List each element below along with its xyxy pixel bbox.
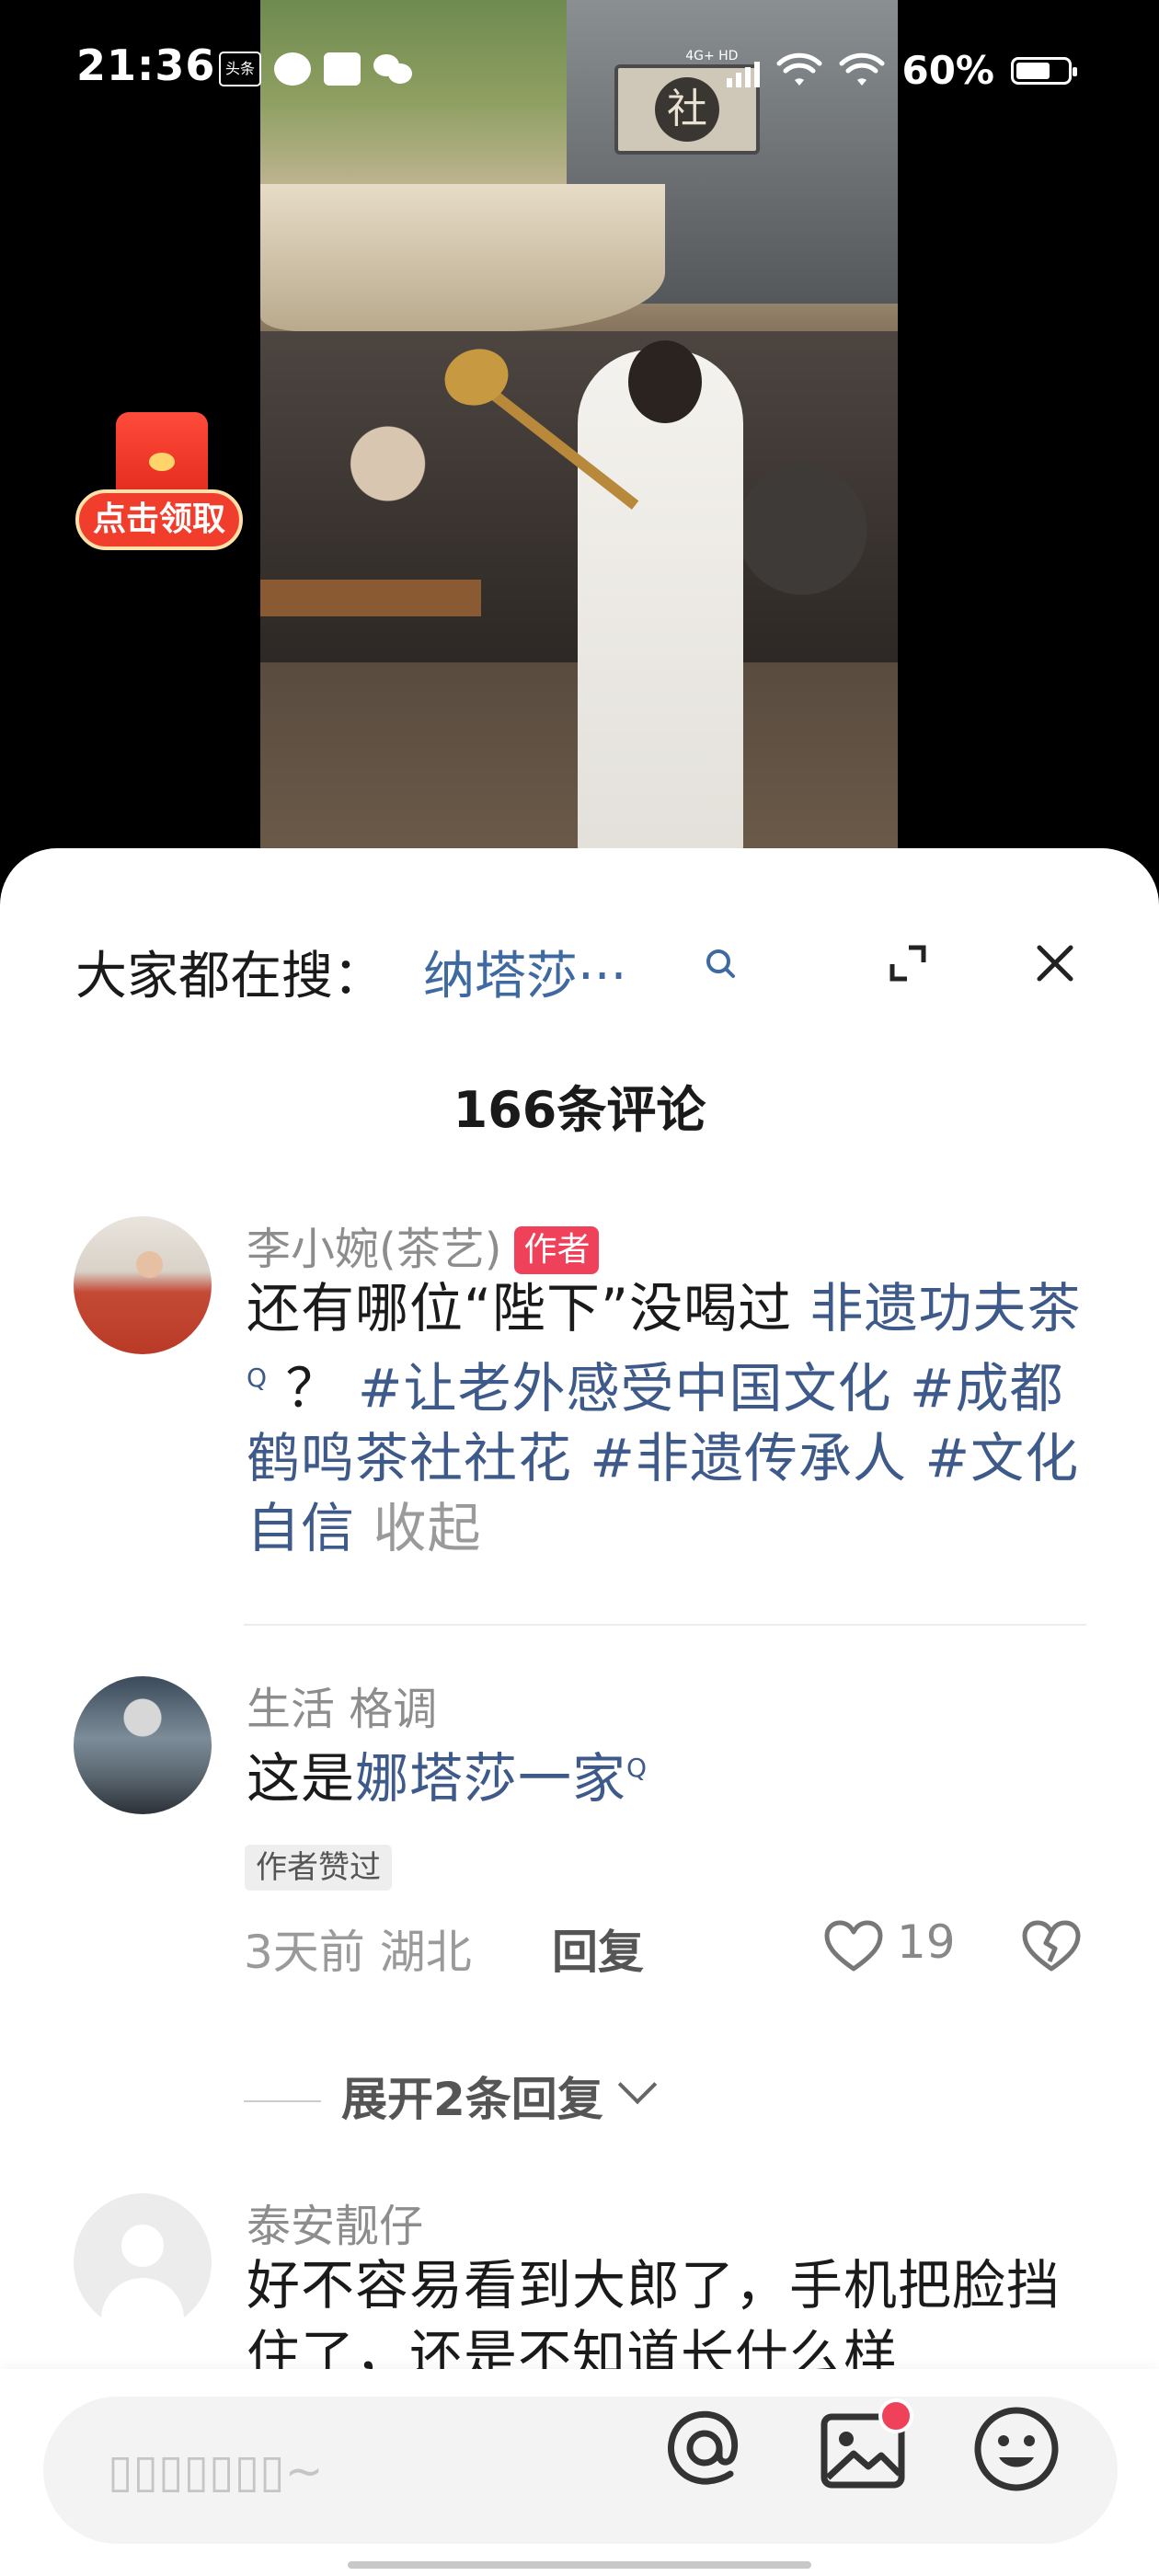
toutiao-icon: 头条 <box>219 52 261 86</box>
avatar-placeholder[interactable] <box>74 2193 212 2331</box>
trending-search-prefix: 大家都在搜： <box>75 947 384 1006</box>
avatar[interactable] <box>74 1216 212 1354</box>
collapse-button[interactable]: 收起 <box>373 1497 481 1559</box>
author-badge: 作者 <box>514 1226 600 1274</box>
comment-text: 这是娜塔莎一家Q <box>247 1733 1093 1813</box>
expand-line <box>244 2100 321 2102</box>
search-icon-small: Q <box>626 1753 648 1783</box>
emoji-icon[interactable] <box>971 2404 1061 2494</box>
video-performer-head <box>628 340 702 423</box>
close-icon[interactable] <box>1032 940 1078 986</box>
avatar[interactable] <box>74 1676 212 1814</box>
expand-replies-button[interactable]: 展开2条回复 <box>244 2063 658 2129</box>
search-icon[interactable] <box>703 946 740 983</box>
comment-divider <box>244 1624 1086 1626</box>
comment-link[interactable]: 非遗功夫茶 <box>810 1277 1082 1340</box>
fullscreen-icon[interactable] <box>885 940 931 986</box>
broken-heart-icon[interactable] <box>1021 1919 1082 1974</box>
chevron-down-icon <box>617 2064 658 2105</box>
red-packet-button[interactable]: 点击领取 <box>75 405 247 570</box>
wifi-icon <box>776 52 822 86</box>
comment-text-prefix: 这是 <box>247 1747 356 1810</box>
wifi-icon-2 <box>839 52 885 86</box>
comment-text-mid: ？ <box>285 1357 358 1420</box>
system-icons: 4G+ HD 60% <box>685 48 1077 93</box>
video-table <box>260 580 481 616</box>
comment-author-name: 李小婉(茶艺) <box>247 1224 502 1275</box>
message-bubble-icon <box>274 52 311 86</box>
comment-text: 还有哪位“陛下”没喝过 非遗功夫茶 Q ？ #让老外感受中国文化 #成都鹤鸣茶社社… <box>247 1273 1093 1563</box>
wechat-icon <box>373 52 414 86</box>
shopping-bag-icon <box>324 52 361 86</box>
reply-button[interactable]: 回复 <box>552 1915 644 1982</box>
comment-input-placeholder: ▯▯▯▯▯▯▯~ <box>108 2444 324 2498</box>
comment-text-intro: 还有哪位“陛下”没喝过 <box>247 1277 810 1340</box>
red-packet-label: 点击领取 <box>75 489 243 550</box>
home-indicator[interactable] <box>348 2561 811 2569</box>
comment-input-bar: ▯▯▯▯▯▯▯~ <box>0 2369 1159 2576</box>
comment-author-name[interactable]: 生活 格调 <box>247 1673 437 1737</box>
comment-link[interactable]: 娜塔莎一家 <box>355 1747 626 1810</box>
status-time: 21:36 <box>76 40 216 90</box>
expand-replies-label: 展开2条回复 <box>341 2073 603 2126</box>
comment-input[interactable]: ▯▯▯▯▯▯▯~ <box>43 2397 1118 2544</box>
trending-search-bar: 大家都在搜： 纳塔莎··· <box>75 935 1087 1006</box>
author-liked-badge: 作者赞过 <box>245 1845 392 1891</box>
video-umbrella <box>260 184 665 331</box>
comment-author-name[interactable]: 泰安靓仔 <box>247 2190 423 2254</box>
notification-icons: 头条 <box>219 52 414 86</box>
comment-count: 166条评论 <box>453 1081 706 1139</box>
comment-time-location: 3天前 湖北 <box>244 1926 472 1979</box>
new-indicator-dot <box>878 2398 913 2433</box>
comments-sheet: 大家都在搜： 纳塔莎··· 166条评论 李小婉(茶艺) 作者 还有哪位“陛下”没… <box>0 848 1159 2576</box>
video-performer <box>578 350 743 856</box>
at-mention-icon[interactable] <box>660 2404 749 2492</box>
heart-icon[interactable] <box>823 1919 884 1974</box>
search-icon-small: Q <box>247 1363 269 1393</box>
comment-hashtags[interactable]: #让老外感受中国文化 #成都鹤鸣茶社社花 #非遗传承人 #文化自信 <box>247 1357 1079 1559</box>
status-bar: 21:36 头条 4G+ HD 60% <box>0 0 1159 147</box>
network-type-label: 4G+ HD <box>685 48 739 63</box>
battery-icon <box>1011 56 1077 85</box>
comment-author[interactable]: 李小婉(茶艺) 作者 <box>247 1213 600 1277</box>
battery-percent: 60% <box>901 48 994 93</box>
like-count: 19 <box>897 1915 956 1969</box>
trending-search-term[interactable]: 纳塔莎··· <box>423 935 626 1009</box>
